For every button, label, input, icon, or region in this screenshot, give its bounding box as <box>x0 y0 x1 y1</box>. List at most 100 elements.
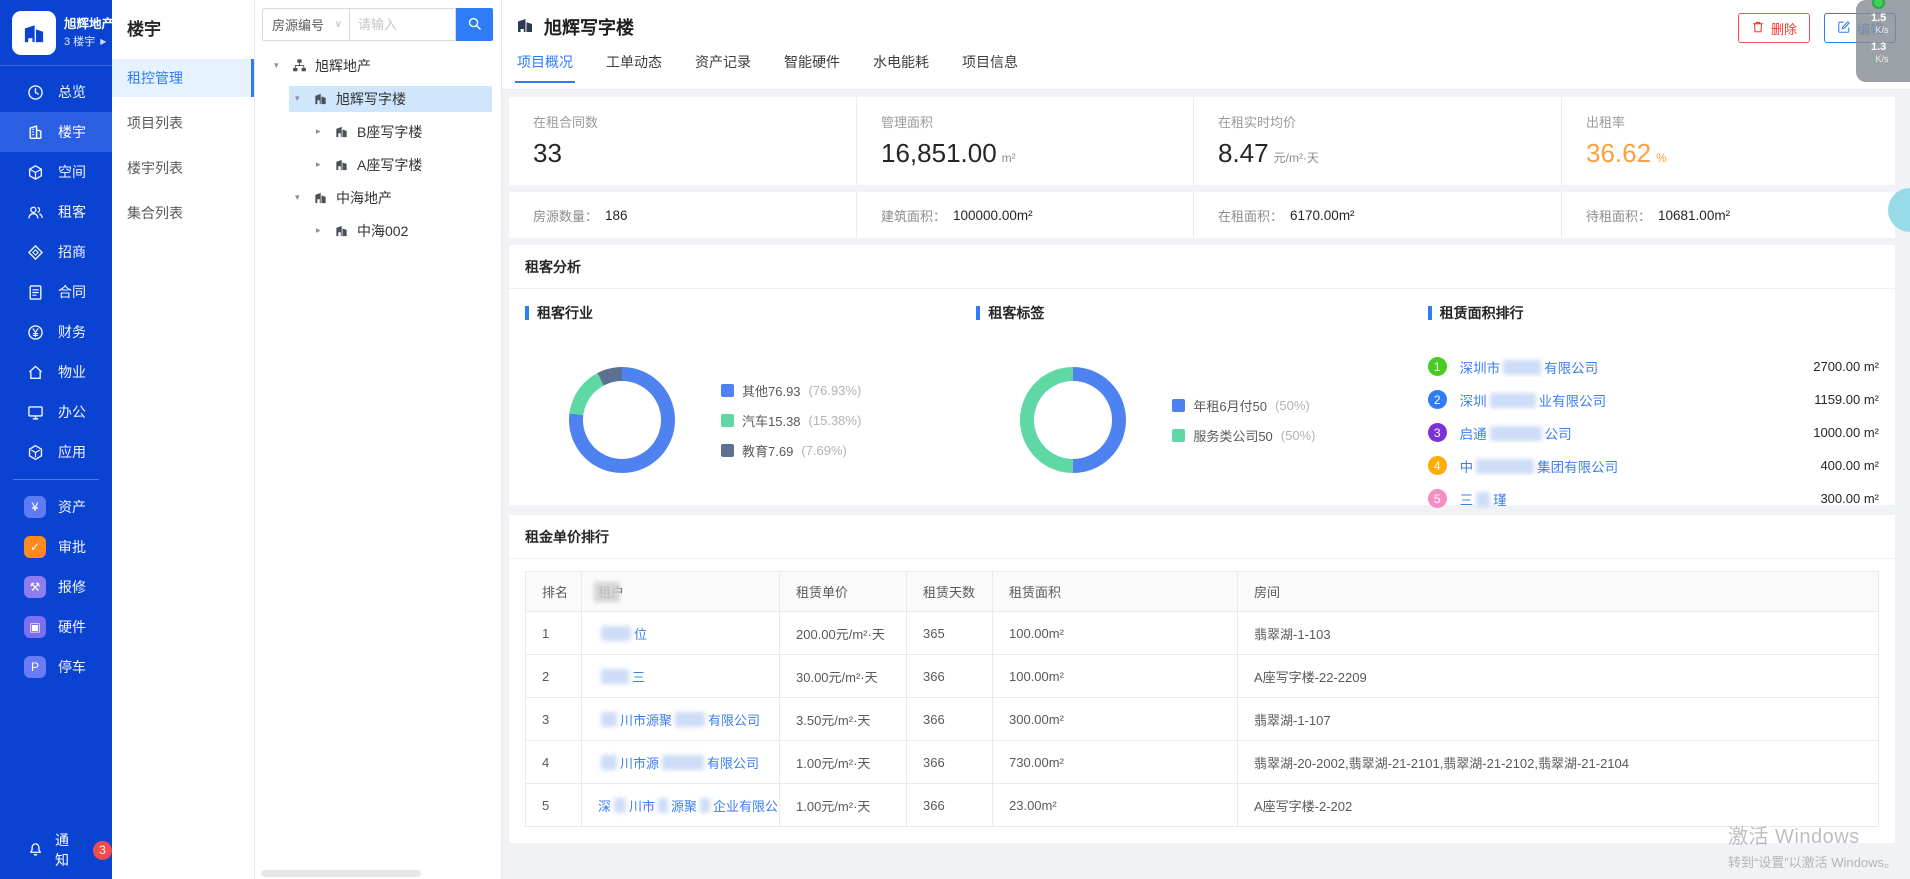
tenant-link[interactable]: 三瑾 <box>1460 489 1808 509</box>
tab-asset-records[interactable]: 资产记录 <box>693 52 753 83</box>
legend-item[interactable]: 服务类公司50 (50%) <box>1172 426 1315 445</box>
cell-rooms: A座写字楼-2-202 <box>1238 784 1879 827</box>
caret-right-icon[interactable]: ▸ <box>316 225 326 236</box>
legend-percent: (50%) <box>1275 398 1310 413</box>
tree-node-row: ▸中海002 <box>255 214 501 247</box>
tenant-link[interactable]: 川市源有限公司 <box>582 741 780 784</box>
rank-area-value: 2700.00 m² <box>1813 359 1879 374</box>
legend-label: 服务类公司50 <box>1193 426 1272 445</box>
redaction-blur <box>601 626 631 641</box>
search-filter-select[interactable]: 房源编号 ∨ <box>262 8 350 41</box>
sidebar-item-notifications[interactable]: 通知 3 <box>0 830 112 870</box>
sidebar-item-apps[interactable]: 应用 <box>0 432 112 472</box>
sidebar-item-parking[interactable]: P停车 <box>0 647 112 687</box>
submenu-item-rent-control[interactable]: 租控管理 <box>112 59 254 97</box>
redaction-blur <box>700 798 710 813</box>
rank-area-value: 1000.00 m² <box>1813 425 1879 440</box>
sidebar-item-property[interactable]: 物业 <box>0 352 112 392</box>
tree-node-0[interactable]: ▾旭辉地产 <box>268 53 492 79</box>
sidebar-item-assets[interactable]: ¥资产 <box>0 487 112 527</box>
section-bar <box>1428 306 1432 320</box>
tab-workorder-activity[interactable]: 工单动态 <box>604 52 664 83</box>
tenant-link[interactable]: 深圳市有限公司 <box>1460 357 1801 377</box>
caret-right-icon[interactable]: ▸ <box>316 126 326 137</box>
tab-project-info[interactable]: 项目信息 <box>960 52 1020 83</box>
caret-down-icon[interactable]: ▾ <box>295 93 305 104</box>
tree-node-3[interactable]: ▸A座写字楼 <box>310 152 492 178</box>
tenant-link[interactable]: 中集团有限公司 <box>1460 456 1808 476</box>
org-switcher[interactable]: 旭辉地产 3 楼宇▶ <box>0 0 112 66</box>
sidebar-item-label: 审批 <box>58 537 86 557</box>
column-header: 租赁天数 <box>907 572 993 612</box>
stat-value: 16,851.00 <box>881 138 997 169</box>
tab-utility-consumption[interactable]: 水电能耗 <box>871 52 931 83</box>
delete-button[interactable]: 删除 <box>1738 13 1810 43</box>
parking-icon: P <box>24 656 46 678</box>
caret-down-icon[interactable]: ▾ <box>295 192 305 203</box>
sidebar-item-finance[interactable]: 财务 <box>0 312 112 352</box>
legend-item[interactable]: 年租6月付50 (50%) <box>1172 396 1315 415</box>
sidebar-item-spaces[interactable]: 空间 <box>0 152 112 192</box>
building-tree: ▾旭辉地产 ▾旭辉写字楼 ▸B座写字楼 ▸A座写字楼 ▾中海地产 ▸中海002 <box>255 49 501 247</box>
substat-value: 10681.00m² <box>1658 208 1730 223</box>
sidebar-item-repairs[interactable]: ⚒报修 <box>0 567 112 607</box>
tenant-link[interactable]: 启通公司 <box>1460 423 1801 443</box>
column-header: 租赁单价 <box>780 572 907 612</box>
caret-down-icon[interactable]: ▾ <box>274 60 284 71</box>
cell-area: 100.00m² <box>993 612 1238 655</box>
area-rank-row: 4中集团有限公司400.00 m² <box>1428 449 1879 482</box>
text-fragment: 集团有限公司 <box>1537 460 1618 475</box>
tenant-analysis-title: 租客分析 <box>509 257 1895 289</box>
caret-right-icon[interactable]: ▸ <box>316 159 326 170</box>
legend-item[interactable]: 汽车15.38 (15.38%) <box>721 411 861 430</box>
submenu-item-building-list[interactable]: 楼宇列表 <box>112 149 254 187</box>
search-input[interactable] <box>350 8 456 41</box>
sidebar-item-label: 资产 <box>58 497 86 517</box>
tenant-link[interactable]: 深圳业有限公司 <box>1460 390 1802 410</box>
redaction-blur <box>614 798 626 813</box>
tree-node-1[interactable]: ▾旭辉写字楼 <box>289 86 492 112</box>
cell-area: 23.00m² <box>993 784 1238 827</box>
legend-item[interactable]: 教育7.69 (7.69%) <box>721 441 861 460</box>
bldg-icon <box>313 190 328 205</box>
search-button[interactable] <box>456 8 493 41</box>
tenant-link[interactable]: 深川市源聚企业有限公司 <box>582 784 780 827</box>
submenu-item-collection-list[interactable]: 集合列表 <box>112 194 254 232</box>
network-speed-widget[interactable]: 1.5 ↑K/s 1.3 ↓K/s <box>1856 0 1910 82</box>
sidebar-item-approvals[interactable]: ✓审批 <box>0 527 112 567</box>
tab-project-overview[interactable]: 项目概况 <box>515 52 575 83</box>
rank-badge: 2 <box>1428 390 1447 409</box>
legend-item[interactable]: 其他76.93 (76.93%) <box>721 381 861 400</box>
tenant-link[interactable]: 位 <box>582 612 780 655</box>
main-content: 旭辉写字楼 删除 编辑 项目概况工单动态资产记录智能硬件水电能耗项目信息 在租合… <box>502 0 1910 879</box>
sidebar-item-buildings[interactable]: 楼宇 <box>0 112 112 152</box>
substat-value: 100000.00m² <box>953 208 1033 223</box>
cell-area: 730.00m² <box>993 741 1238 784</box>
cell-rooms: A座写字楼-22-2209 <box>1238 655 1879 698</box>
sidebar-item-office[interactable]: 办公 <box>0 392 112 432</box>
rent-price-table: 排名租户租赁单价租赁天数租赁面积房间 1位200.00元/m²·天365100.… <box>525 571 1879 827</box>
tree-node-2[interactable]: ▸B座写字楼 <box>310 119 492 145</box>
tenant-link[interactable]: 川市源聚有限公司 <box>582 698 780 741</box>
text-fragment: 川市源聚 <box>620 713 672 728</box>
sidebar-item-overview[interactable]: 总览 <box>0 72 112 112</box>
sidebar-item-contracts[interactable]: 合同 <box>0 272 112 312</box>
tree-node-row: ▸B座写字楼 <box>255 115 501 148</box>
submenu-item-project-list[interactable]: 项目列表 <box>112 104 254 142</box>
tree-node-5[interactable]: ▸中海002 <box>310 218 492 244</box>
cell-rooms: 翡翠湖-1-107 <box>1238 698 1879 741</box>
org-expand-icon[interactable]: ▶ <box>100 36 106 48</box>
cell-rank: 5 <box>526 784 582 827</box>
cell-days: 366 <box>907 655 993 698</box>
org-building-count: 3 楼宇 <box>64 34 95 51</box>
tenant-link[interactable]: 三 <box>582 655 780 698</box>
horizontal-scrollbar[interactable] <box>261 870 421 877</box>
tab-smart-hardware[interactable]: 智能硬件 <box>782 52 842 83</box>
sidebar-item-hardware[interactable]: ▣硬件 <box>0 607 112 647</box>
text-fragment: 深圳 <box>1460 394 1487 409</box>
sidebar-item-leasing[interactable]: 招商 <box>0 232 112 272</box>
tree-node-4[interactable]: ▾中海地产 <box>289 185 492 211</box>
table-row: 3川市源聚有限公司3.50元/m²·天366300.00m²翡翠湖-1-107 <box>526 698 1879 741</box>
submenu-title: 楼宇 <box>112 0 254 59</box>
sidebar-item-tenants[interactable]: 租客 <box>0 192 112 232</box>
